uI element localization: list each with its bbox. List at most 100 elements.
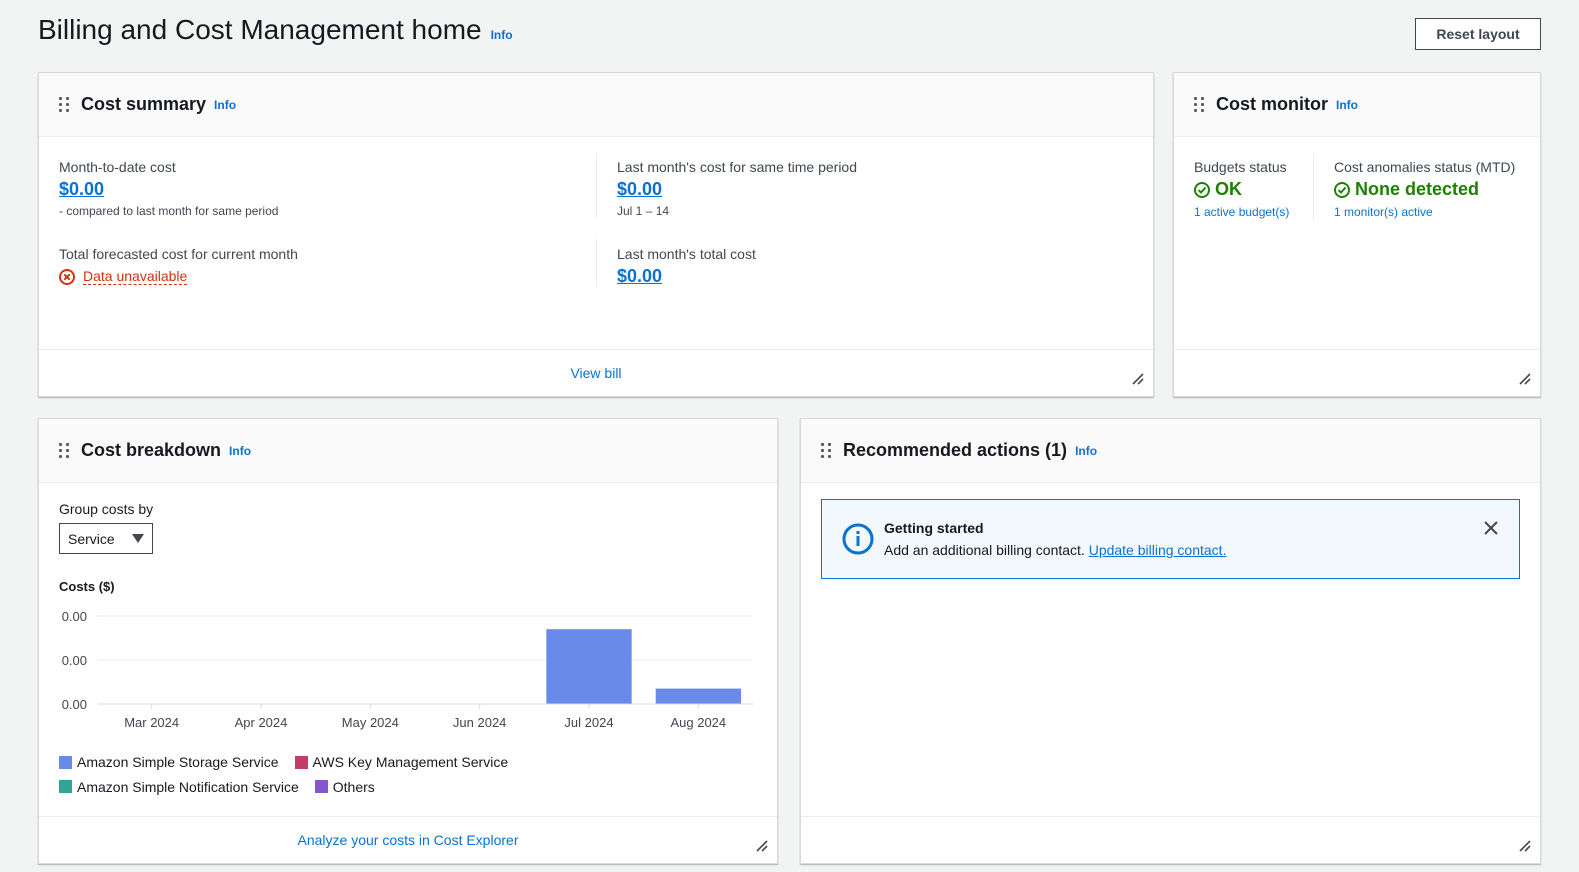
- last-month-total-label: Last month's total cost: [617, 246, 756, 262]
- last-month-same-block: Last month's cost for same time period $…: [617, 159, 857, 218]
- cost-monitor-title: Cost monitor: [1216, 94, 1328, 114]
- last-month-same-value[interactable]: $0.00: [617, 179, 662, 200]
- cost-explorer-link[interactable]: Analyze your costs in Cost Explorer: [298, 832, 519, 848]
- budgets-status-label: Budgets status: [1194, 159, 1287, 175]
- legend-label: Others: [332, 778, 375, 795]
- mtd-cost-note: - compared to last month for same period: [59, 204, 279, 218]
- x-tick-label: Jun 2024: [453, 715, 507, 730]
- budgets-status-block: Budgets status OK 1 active budget(s): [1194, 159, 1289, 219]
- drag-handle-icon[interactable]: [1194, 97, 1204, 113]
- x-tick-label: Aug 2024: [670, 715, 726, 730]
- recommended-actions-header: Recommended actions (1) Info: [801, 419, 1540, 483]
- view-bill-link[interactable]: View bill: [570, 365, 621, 381]
- divider: [596, 153, 597, 218]
- x-tick-label: Mar 2024: [124, 715, 179, 730]
- resize-handle-icon[interactable]: [1518, 839, 1532, 853]
- legend-label: AWS Key Management Service: [312, 754, 509, 770]
- cost-breakdown-info-link[interactable]: Info: [229, 444, 251, 458]
- cost-monitor-footer: [1174, 349, 1540, 396]
- info-circle-icon: [842, 523, 874, 555]
- active-budgets-link[interactable]: 1 active budget(s): [1194, 205, 1289, 219]
- recommended-actions-footer: [801, 816, 1540, 863]
- recommended-actions-info-link[interactable]: Info: [1075, 444, 1097, 458]
- group-by-label: Group costs by: [59, 501, 154, 517]
- legend-item[interactable]: Amazon Simple Notification Service: [59, 776, 299, 798]
- x-tick-label: May 2024: [342, 715, 399, 730]
- update-billing-contact-link[interactable]: Update billing contact.: [1089, 542, 1227, 558]
- cost-summary-footer: View bill: [39, 349, 1153, 396]
- alert-text: Add an additional billing contact. Updat…: [884, 542, 1226, 558]
- x-tick-label: Apr 2024: [235, 715, 288, 730]
- divider: [596, 239, 597, 287]
- anomalies-status-block: Cost anomalies status (MTD) None detecte…: [1334, 159, 1515, 219]
- bar: [655, 688, 741, 704]
- group-by-select[interactable]: Service: [59, 523, 153, 554]
- legend-swatch: [314, 780, 328, 793]
- anomalies-status-label: Cost anomalies status (MTD): [1334, 159, 1516, 175]
- chart-title: Costs ($): [59, 579, 115, 594]
- alert-title: Getting started: [884, 520, 984, 536]
- forecast-unavailable-text[interactable]: Data unavailable: [83, 268, 188, 285]
- cost-breakdown-footer: Analyze your costs in Cost Explorer: [39, 816, 777, 863]
- legend-item[interactable]: Amazon Simple Storage Service: [59, 751, 279, 773]
- mtd-cost-value[interactable]: $0.00: [59, 179, 104, 200]
- drag-handle-icon[interactable]: [59, 97, 69, 113]
- anomalies-status-value: None detected: [1334, 179, 1515, 200]
- legend-label: Amazon Simple Storage Service: [77, 754, 279, 770]
- x-tick-label: Jul 2024: [564, 715, 613, 730]
- cost-monitor-info-link[interactable]: Info: [1336, 98, 1358, 112]
- recommended-actions-card: Recommended actions (1) Info Getting sta…: [800, 418, 1541, 864]
- page-title-text: Billing and Cost Management home: [38, 14, 482, 45]
- group-by-value: Service: [68, 530, 115, 547]
- getting-started-alert: Getting started Add an additional billin…: [821, 499, 1520, 579]
- cost-chart: 0.00 0.00 0.00 Mar 2024 Apr 2024 May 2024 Jun …: [62, 609, 753, 730]
- success-icon: [1334, 181, 1350, 198]
- budgets-status-value: OK: [1194, 179, 1289, 200]
- forecast-label: Total forecasted cost for current month: [59, 246, 298, 262]
- drag-handle-icon[interactable]: [59, 443, 69, 459]
- resize-handle-icon[interactable]: [755, 839, 769, 853]
- last-month-same-range: Jul 1 – 14: [617, 204, 670, 218]
- last-month-total-value[interactable]: $0.00: [617, 266, 662, 287]
- resize-handle-icon[interactable]: [1131, 372, 1145, 386]
- cost-breakdown-title: Cost breakdown: [81, 440, 222, 460]
- group-by-block: Group costs by Service: [59, 501, 153, 554]
- y-tick-label: 0.00: [62, 609, 87, 624]
- page-info-link[interactable]: Info: [491, 28, 513, 42]
- error-icon: [59, 268, 75, 285]
- anomalies-status-text: None detected: [1355, 179, 1480, 199]
- legend-swatch: [59, 755, 72, 769]
- cost-monitor-card: Cost monitor Info Budgets status OK 1 ac…: [1173, 72, 1541, 397]
- cost-summary-card: Cost summary Info Month-to-date cost $0.…: [38, 72, 1154, 397]
- mtd-cost-block: Month-to-date cost $0.00 - compared to l…: [59, 159, 278, 218]
- divider: [1313, 153, 1314, 221]
- alert-message: Add an additional billing contact.: [884, 542, 1085, 558]
- mtd-cost-label: Month-to-date cost: [59, 159, 176, 175]
- page-title: Billing and Cost Management home Info: [38, 14, 513, 46]
- last-month-same-label: Last month's cost for same time period: [617, 159, 857, 175]
- recommended-actions-title: Recommended actions (1): [843, 440, 1068, 460]
- cost-breakdown-header: Cost breakdown Info: [39, 419, 777, 483]
- cost-monitor-header: Cost monitor Info: [1174, 73, 1540, 137]
- last-month-total-block: Last month's total cost $0.00: [617, 246, 756, 287]
- budgets-status-text: OK: [1215, 179, 1242, 199]
- legend-swatch: [294, 755, 308, 769]
- cost-summary-info-link[interactable]: Info: [214, 98, 236, 112]
- forecast-block: Total forecasted cost for current month …: [59, 246, 298, 285]
- close-icon[interactable]: [1483, 520, 1499, 536]
- y-tick-label: 0.00: [62, 697, 87, 712]
- cost-summary-header: Cost summary Info: [39, 73, 1153, 137]
- legend-label: Amazon Simple Notification Service: [77, 778, 299, 795]
- cost-summary-title: Cost summary: [81, 94, 207, 114]
- reset-layout-button[interactable]: Reset layout: [1415, 18, 1541, 50]
- cost-breakdown-card: Cost breakdown Info Group costs by Servi…: [38, 418, 778, 864]
- caret-down-icon: [132, 533, 144, 543]
- drag-handle-icon[interactable]: [821, 443, 831, 459]
- chart-legend: Amazon Simple Storage Service AWS Key Man…: [59, 751, 579, 800]
- legend-item[interactable]: AWS Key Management Service: [294, 751, 509, 773]
- legend-item[interactable]: Others: [314, 776, 375, 798]
- active-monitors-link[interactable]: 1 monitor(s) active: [1334, 205, 1515, 219]
- legend-swatch: [59, 780, 72, 793]
- resize-handle-icon[interactable]: [1518, 372, 1532, 386]
- success-icon: [1194, 181, 1210, 198]
